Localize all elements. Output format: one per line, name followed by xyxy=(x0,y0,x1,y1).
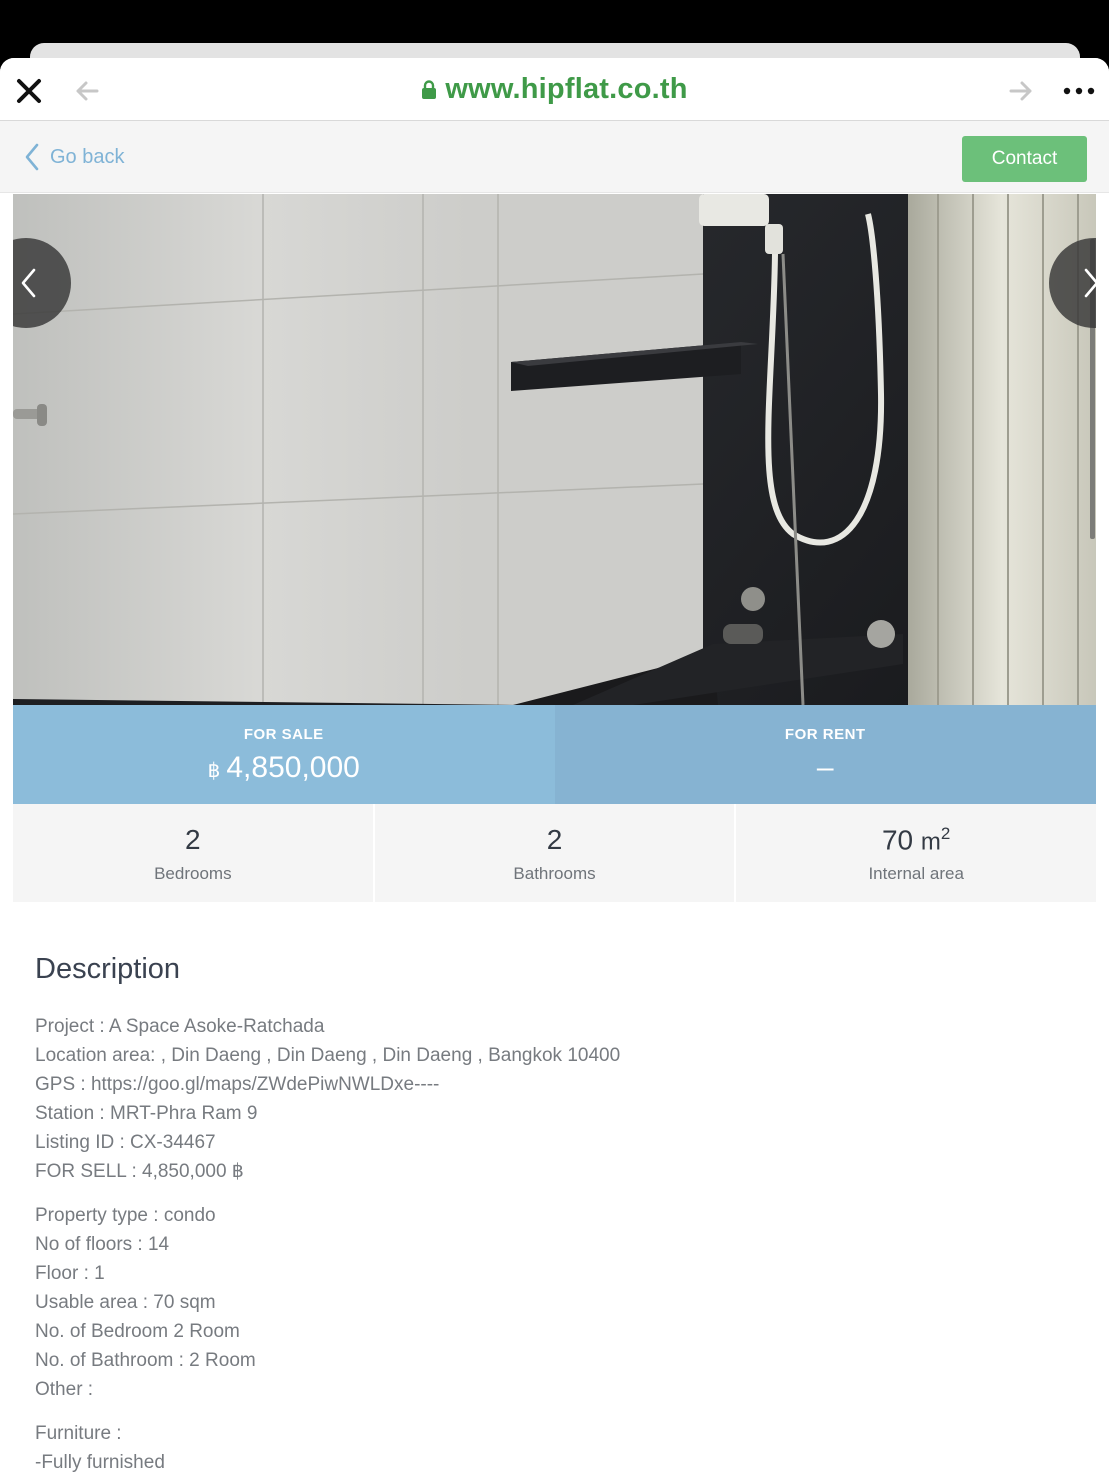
description-group-3: Furniture : -Fully furnished xyxy=(35,1419,1075,1477)
description-group-2: Property type : condo No of floors : 14 … xyxy=(35,1201,1075,1404)
for-rent-label: FOR RENT xyxy=(784,726,866,743)
bathrooms-count: 2 xyxy=(546,824,563,855)
for-rent-price: FOR RENT – xyxy=(554,705,1096,804)
for-sale-label: FOR SALE xyxy=(243,726,324,743)
description-line: Property type : condo xyxy=(35,1205,216,1226)
bedrooms-label: Bedrooms xyxy=(154,864,232,883)
description-line: No. of Bedroom 2 Room xyxy=(35,1321,240,1342)
sale-price-value: ฿ 4,850,000 xyxy=(208,751,360,785)
description-line: Usable area : 70 sqm xyxy=(35,1292,216,1313)
area-unit-sup: 2 xyxy=(940,824,951,843)
area-label: Internal area xyxy=(868,864,964,884)
description-line: Listing ID : CX-34467 xyxy=(35,1132,216,1153)
lock-icon xyxy=(422,79,437,99)
description-group-1: Project : A Space Asoke-Ratchada Locatio… xyxy=(35,1012,1075,1186)
description-line: GPS : https://goo.gl/maps/ZWdePiwNWLDxe-… xyxy=(35,1074,440,1095)
description-line: -Fully furnished xyxy=(35,1452,165,1473)
go-back-label: Go back xyxy=(50,145,125,168)
area-unit: m xyxy=(920,828,941,856)
description-section: Description Project : A Space Asoke-Ratc… xyxy=(35,953,1075,1477)
contact-button[interactable]: Contact xyxy=(962,136,1087,182)
go-back-link[interactable]: Go back xyxy=(24,141,124,173)
price-bar: FOR SALE ฿ 4,850,000 FOR RENT – xyxy=(13,705,1096,804)
description-line: Location area: , Din Daeng , Din Daeng ,… xyxy=(35,1045,621,1066)
description-line: FOR SELL : 4,850,000 ฿ xyxy=(35,1161,244,1182)
sale-amount: 4,850,000 xyxy=(226,751,360,784)
description-title: Description xyxy=(35,953,181,985)
more-options-icon[interactable] xyxy=(1060,76,1100,106)
bedrooms-count: 2 xyxy=(185,824,201,855)
browser-sheet: www.hipflat.co.th Go back Contact FOR SA… xyxy=(0,58,1109,1479)
property-stats: 2 Bedrooms 2 Bathrooms 70 m2 Internal ar… xyxy=(13,804,1096,902)
gallery-prev-button[interactable] xyxy=(13,238,71,328)
address-bar[interactable]: www.hipflat.co.th xyxy=(0,58,1109,121)
bathrooms-label: Bathrooms xyxy=(513,864,596,883)
description-line: Furniture : xyxy=(35,1423,122,1444)
description-line: Floor : 1 xyxy=(35,1263,105,1284)
chevron-right-icon xyxy=(1084,268,1096,298)
stat-bathrooms: 2 Bathrooms xyxy=(375,804,737,902)
description-line: Station : MRT-Phra Ram 9 xyxy=(35,1103,258,1124)
gallery-next-button[interactable] xyxy=(1049,238,1096,328)
description-line: No. of Bathroom : 2 Room xyxy=(35,1350,256,1371)
listing-photo xyxy=(13,194,1096,705)
browser-toolbar: www.hipflat.co.th xyxy=(0,58,1109,121)
url-text: www.hipflat.co.th xyxy=(445,73,688,105)
description-line: No of floors : 14 xyxy=(35,1234,170,1255)
stat-internal-area: 70 m2 Internal area xyxy=(736,804,1096,902)
currency-symbol: ฿ xyxy=(207,760,221,782)
chevron-left-icon xyxy=(21,268,36,298)
forward-arrow-icon[interactable] xyxy=(1006,76,1036,106)
area-number: 70 xyxy=(881,824,914,856)
description-line: Other : xyxy=(35,1379,94,1400)
site-header: Go back Contact xyxy=(0,121,1109,193)
for-sale-price: FOR SALE ฿ 4,850,000 xyxy=(13,705,555,804)
stat-bedrooms: 2 Bedrooms xyxy=(13,804,375,902)
photo-gallery[interactable] xyxy=(13,194,1096,705)
chevron-left-icon xyxy=(25,143,39,171)
area-value: 70 m2 xyxy=(882,824,950,856)
description-line: Project : A Space Asoke-Ratchada xyxy=(35,1016,325,1037)
rent-amount: – xyxy=(816,751,834,784)
